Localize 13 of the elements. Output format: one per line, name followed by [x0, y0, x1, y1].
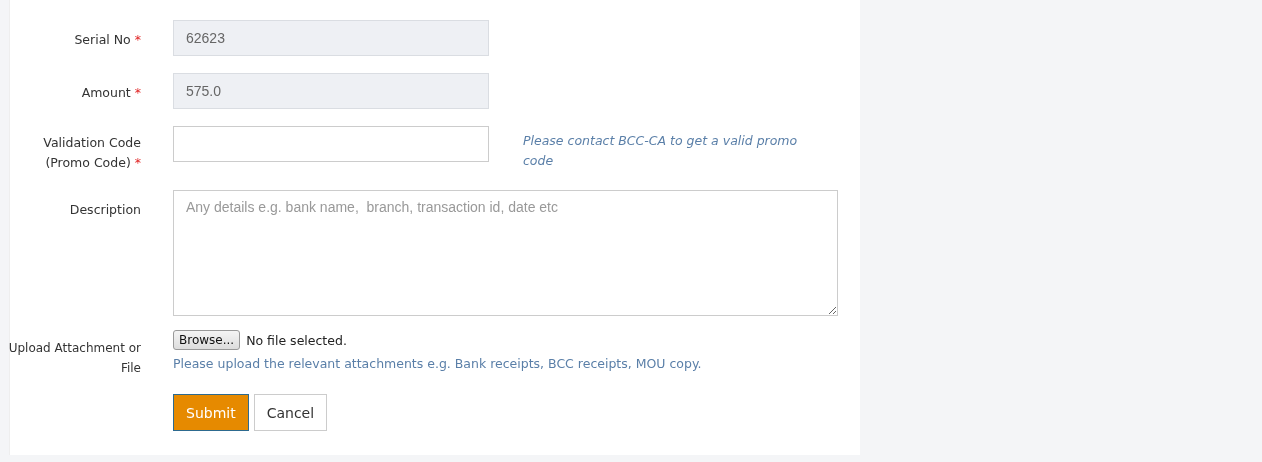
help-text: Please upload the relevant attachments e.g. Bank receipts, BCC receipts, MOU copy.	[173, 356, 703, 371]
field-label: Serial No *	[73, 31, 141, 49]
text-field[interactable]	[173, 126, 489, 162]
description-field[interactable]: Any details e.g. bank name, branch, transaction id, date etc	[173, 190, 838, 316]
cancel-button[interactable]: Cancel	[253, 394, 328, 431]
field-label: Validation Code (Promo Code) *	[42, 134, 141, 172]
field-label: Amount *	[80, 84, 141, 102]
browse-button[interactable]: Browse...	[173, 330, 241, 350]
file-status: No file selected.	[246, 332, 347, 348]
field-label: Upload Attachment or File	[7, 340, 141, 377]
hint-text: Please contact BCC-CA to get a valid promo code	[523, 132, 799, 170]
submit-button[interactable]: Submit	[173, 394, 249, 431]
field-label: Description	[68, 201, 141, 219]
